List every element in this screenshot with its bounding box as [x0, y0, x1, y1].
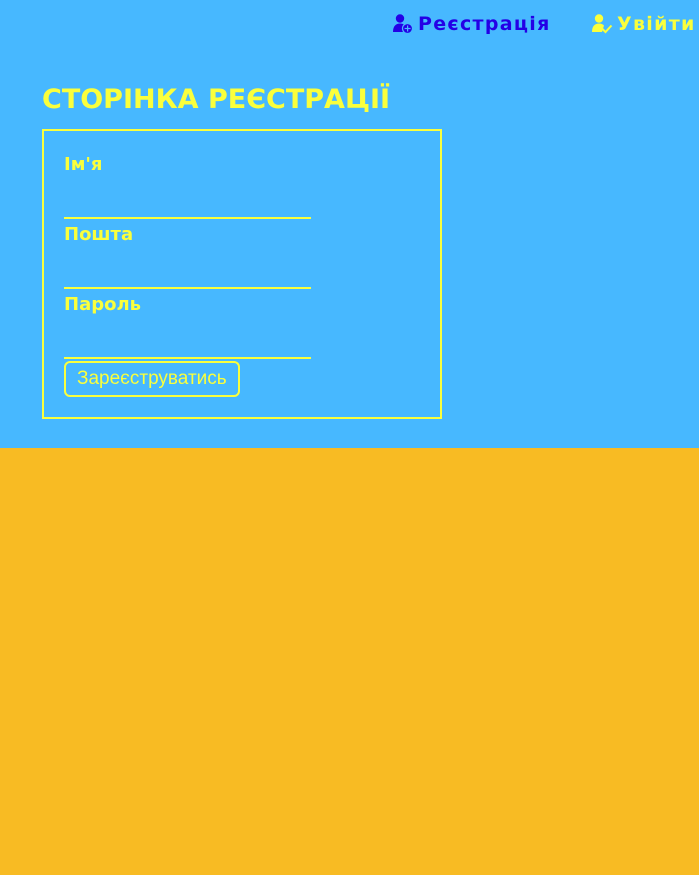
- email-label: Пошта: [64, 224, 134, 245]
- yellow-bottom-section: [0, 448, 699, 875]
- name-field-group: Ім'я: [64, 153, 311, 219]
- register-submit-button[interactable]: Зареєструватись: [64, 361, 240, 397]
- nav-register-label: Реєстрація: [418, 13, 551, 35]
- name-input[interactable]: [64, 191, 311, 219]
- password-label: Пароль: [64, 294, 142, 315]
- email-input[interactable]: [64, 261, 311, 289]
- user-check-icon: [591, 13, 613, 35]
- nav-login-label: Увійти: [617, 13, 696, 35]
- password-field-group: Пароль: [64, 293, 311, 359]
- nav-login-link[interactable]: Увійти: [591, 10, 696, 38]
- user-plus-icon: [392, 13, 414, 35]
- nav-register-link[interactable]: Реєстрація: [392, 10, 551, 38]
- name-label: Ім'я: [64, 154, 103, 175]
- email-field-group: Пошта: [64, 223, 311, 289]
- password-input[interactable]: [64, 331, 311, 359]
- blue-top-section: Реєстрація Увійти СТОРІНКА РЕЄСТРАЦІЇ Ім…: [0, 0, 699, 448]
- page-title: СТОРІНКА РЕЄСТРАЦІЇ: [42, 84, 391, 115]
- page: Реєстрація Увійти СТОРІНКА РЕЄСТРАЦІЇ Ім…: [0, 0, 699, 875]
- registration-form: Ім'я Пошта Пароль Зареєструватись: [42, 129, 442, 419]
